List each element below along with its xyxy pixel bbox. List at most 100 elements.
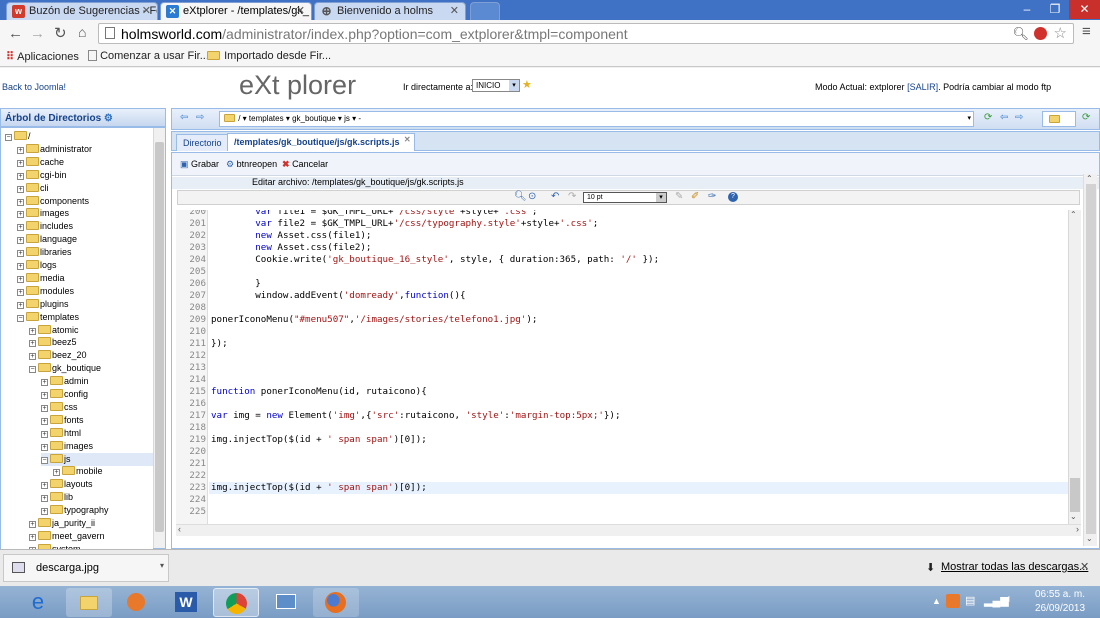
menu-icon[interactable]: ≡ <box>1082 23 1091 40</box>
scroll-thumb[interactable] <box>1070 478 1080 512</box>
code-scrollbar[interactable]: ⌃ ⌄ <box>1068 210 1081 524</box>
tree-item[interactable]: + cgi-bin <box>17 169 67 182</box>
adblock-icon[interactable] <box>1034 27 1047 40</box>
close-icon[interactable]: ✕ <box>450 3 459 19</box>
reset-highlight-icon[interactable]: ✐ <box>691 191 699 202</box>
expand-icon[interactable]: + <box>17 288 24 296</box>
browser-tab-holms[interactable]: ⊕ Bienvenido a holms ✕ <box>314 2 466 20</box>
font-size-select[interactable]: 10 pt ▾ <box>583 192 667 203</box>
collapse-icon[interactable]: − <box>5 134 12 141</box>
tab-file[interactable]: /templates/gk_boutique/js/gk.scripts.js … <box>227 133 415 151</box>
network-app-icon[interactable] <box>263 588 309 617</box>
expand-icon[interactable]: + <box>17 224 24 232</box>
bookmark-importado[interactable]: Importado desde Fir... <box>207 50 331 62</box>
close-icon[interactable]: ✕ <box>1080 560 1089 573</box>
browser-tab-extplorer[interactable]: ✕ eXtplorer - /templates/gk_ ✕ <box>160 2 312 20</box>
word-icon[interactable]: W <box>163 588 209 617</box>
star-add-icon[interactable]: ★ <box>522 78 532 91</box>
tree-item[interactable]: − templates <box>17 311 79 324</box>
code-editor[interactable]: 200 201 202 203 204 205 206 207 208 209 210 211 212 2… <box>176 210 1068 524</box>
toggle-editor-icon[interactable]: ✑ <box>708 191 716 202</box>
close-icon[interactable]: ✕ <box>296 3 305 19</box>
tree-item[interactable]: + html <box>41 427 81 440</box>
expand-icon[interactable]: + <box>17 250 24 258</box>
breadcrumb-item[interactable]: js ▾ <box>344 114 358 123</box>
tree-scrollbar[interactable] <box>153 128 165 548</box>
reload-icon[interactable]: ⟳ <box>984 112 992 123</box>
new-tab-button[interactable] <box>470 2 500 20</box>
tree-item[interactable]: + ja_purity_ii <box>29 517 95 530</box>
show-all-downloads-link[interactable]: Mostrar todas las descargas... <box>941 561 1088 573</box>
tree-item[interactable]: + logs <box>17 259 57 272</box>
tree-item[interactable]: + administrator <box>17 143 92 156</box>
search-icon[interactable]: 🔍︎ <box>1012 26 1029 42</box>
scroll-right-icon[interactable]: › <box>1076 524 1079 534</box>
chevron-down-icon[interactable]: ▾ <box>967 112 971 126</box>
find-icon[interactable]: 🔍︎ <box>514 191 527 202</box>
volume-icon[interactable]: 🔈︎ <box>1006 593 1013 606</box>
help-icon[interactable]: ? <box>728 192 738 202</box>
tree-item[interactable]: + modules <box>17 285 74 298</box>
tree-item[interactable]: + plugins <box>17 298 69 311</box>
close-window-icon[interactable]: ✕ <box>1069 0 1100 19</box>
reload-icon[interactable]: ↻ <box>54 24 67 42</box>
chevron-down-icon[interactable]: ▾ <box>160 561 164 570</box>
expand-icon[interactable]: + <box>17 301 24 309</box>
expand-icon[interactable]: + <box>17 198 24 206</box>
bookmark-aplicaciones[interactable]: ⠿ Aplicaciones <box>6 50 79 63</box>
tree-item[interactable]: + mobile <box>53 465 103 478</box>
collapse-icon[interactable]: − <box>17 314 24 322</box>
minimize-icon[interactable]: ‒ <box>1013 0 1041 19</box>
forward-icon[interactable]: → <box>30 25 45 42</box>
close-icon[interactable]: ✕ <box>404 135 411 144</box>
tree-item[interactable]: + images <box>17 207 69 220</box>
expand-icon[interactable]: + <box>29 353 36 361</box>
explorer-icon[interactable] <box>66 588 112 617</box>
expand-icon[interactable]: + <box>29 340 36 348</box>
expand-icon[interactable]: + <box>29 533 36 541</box>
goto-line-icon[interactable]: ⊙ <box>528 191 536 202</box>
expand-icon[interactable]: + <box>41 392 48 399</box>
highlight-icon[interactable]: ✎ <box>675 191 683 202</box>
expand-icon[interactable]: + <box>17 275 24 283</box>
new-folder-field[interactable] <box>1042 111 1076 127</box>
tree-item[interactable]: − js <box>41 452 153 466</box>
expand-icon[interactable]: + <box>17 237 24 245</box>
expand-icon[interactable]: + <box>41 404 48 412</box>
editor-outer-scrollbar[interactable]: ⌃ ⌄ <box>1083 174 1097 546</box>
scroll-up-icon[interactable]: ⌃ <box>1086 174 1093 183</box>
home-icon[interactable]: ⌂ <box>78 24 86 40</box>
expand-icon[interactable]: + <box>17 146 24 154</box>
tree-item[interactable]: + meet_gavern <box>29 530 105 543</box>
logout-link[interactable]: [SALIR] <box>907 82 938 92</box>
download-item[interactable]: descarga.jpg ▾ <box>3 554 169 582</box>
expand-icon[interactable]: + <box>17 185 24 193</box>
back-to-joomla-link[interactable]: Back to Joomla! <box>2 82 66 92</box>
tree-item[interactable]: + images <box>41 440 93 453</box>
cancel-button[interactable]: ✖ Cancelar <box>282 159 328 170</box>
tray-app-icon[interactable] <box>946 594 960 608</box>
tree-item[interactable]: + language <box>17 233 77 246</box>
redo-icon[interactable]: ↷ <box>568 191 576 202</box>
expand-icon[interactable]: + <box>17 172 24 180</box>
scroll-thumb[interactable] <box>1086 184 1096 534</box>
back-icon[interactable]: ← <box>8 25 23 42</box>
app-icon[interactable] <box>113 588 159 617</box>
tree-item[interactable]: + cache <box>17 156 64 169</box>
tree-item[interactable]: + components <box>17 195 89 208</box>
breadcrumb-item[interactable]: templates ▾ <box>249 114 292 123</box>
expand-icon[interactable]: + <box>41 379 48 387</box>
tree-item[interactable]: + libraries <box>17 246 72 259</box>
clock-time[interactable]: 06:55 a. m. <box>1032 589 1088 600</box>
address-bar[interactable]: holmsworld.com/administrator/index.php?o… <box>98 23 1074 44</box>
expand-icon[interactable]: + <box>41 417 48 425</box>
path-input[interactable]: / ▾ templates ▾ gk_boutique ▾ js ▾ - ▾ <box>219 111 974 127</box>
tree-item[interactable]: + beez_20 <box>29 349 87 362</box>
back-arrow-icon[interactable]: ⇦ <box>1000 112 1008 123</box>
scroll-up-icon[interactable]: ⌃ <box>1070 210 1077 219</box>
close-icon[interactable]: ✕ <box>142 3 151 19</box>
browser-tab-buzon[interactable]: w Buzón de Sugerencias - Fo ✕ <box>6 2 158 20</box>
tree-item[interactable]: + lib <box>41 491 73 504</box>
expand-icon[interactable]: + <box>17 263 24 270</box>
undo-icon[interactable]: ↶ <box>551 191 559 202</box>
